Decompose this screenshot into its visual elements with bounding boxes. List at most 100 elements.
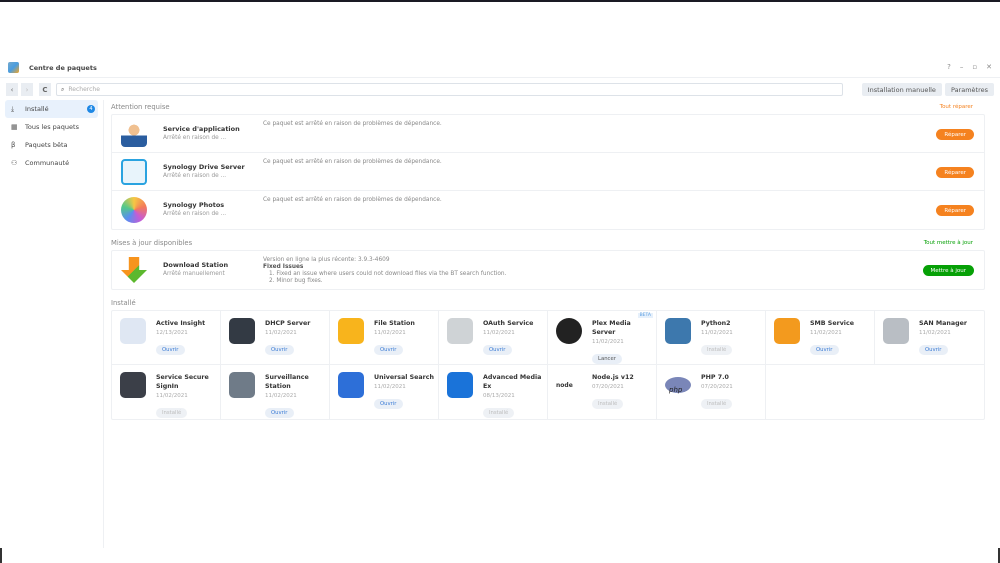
sidebar-item-label: Tous les paquets [25,123,79,131]
count-badge: 4 [87,105,95,113]
package-status: Arrêté manuellement [163,271,225,277]
package-name: SAN Manager [919,320,968,327]
advanced-media-ex-icon [447,372,473,398]
list-item: Synology Photos Arrêté en raison de ... C… [112,191,984,229]
community-icon: ⚇ [11,159,18,167]
help-icon[interactable]: ? [947,63,951,71]
package-date: 12/13/2021 [156,330,188,336]
package-description: Ce paquet est arrêté en raison de problè… [263,159,442,165]
package-name: Python2 [701,320,731,327]
package-tile[interactable]: File Station 11/02/2021 Ouvrir [330,311,439,365]
open-button[interactable]: Ouvrir [483,345,512,355]
minimize-icon[interactable]: – [960,63,964,71]
search-input[interactable]: ⌕ Recherche [56,83,843,96]
open-button[interactable]: Ouvrir [810,345,839,355]
installed-button: Installé [156,408,188,418]
package-status: Arrêté en raison de ... [163,211,227,217]
launch-button[interactable]: Lancer [592,354,622,364]
package-tile[interactable]: Surveillance Station 11/02/2021 Ouvrir [221,365,330,419]
package-tile[interactable]: Advanced Media Ex 08/13/2021 Installé [439,365,548,419]
forward-button[interactable]: › [21,83,33,96]
active-insight-icon [120,318,146,344]
search-icon: ⌕ [61,85,65,93]
open-button[interactable]: Ouvrir [374,399,403,409]
package-name: DHCP Server [265,320,311,327]
service-secure-signin-icon [120,372,146,398]
package-name: Download Station [163,261,229,269]
update-all-link[interactable]: Tout mettre à jour [924,240,973,246]
installed-button: Installé [701,399,733,409]
refresh-button[interactable]: C [39,83,51,96]
universal-search-icon [338,372,364,398]
download-icon: ⤓ [11,104,15,113]
file-station-icon [338,318,364,344]
sidebar-item-all-packages[interactable]: ▦ Tous les paquets [5,118,98,136]
empty-cell [875,365,984,419]
package-date: 11/02/2021 [265,330,297,336]
package-tile[interactable]: php PHP 7.0 07/20/2021 Installé [657,365,766,419]
sidebar: ⤓ Installé 4 ▦ Tous les paquets β Paquet… [0,100,104,548]
package-tile[interactable]: node Node.js v12 07/20/2021 Installé [548,365,657,419]
sidebar-item-label: Communauté [25,159,70,167]
package-tile[interactable]: Service Secure SignIn 11/02/2021 Install… [112,365,221,419]
sidebar-item-installed[interactable]: ⤓ Installé 4 [5,100,98,118]
package-tile[interactable]: SMB Service 11/02/2021 Ouvrir [766,311,875,365]
open-button[interactable]: Ouvrir [265,408,294,418]
open-button[interactable]: Ouvrir [919,345,948,355]
python2-icon [665,318,691,344]
repair-all-link[interactable]: Tout réparer [940,104,973,110]
toolbar: ‹ › C ⌕ Recherche Installation manuelle … [6,82,994,97]
repair-button[interactable]: Réparer [936,129,974,140]
fix-item: 2. Minor bug fixes. [269,278,323,284]
package-name: Universal Search [374,374,434,381]
package-name: Plex Media Server [592,320,631,336]
search-placeholder: Recherche [68,86,100,93]
back-button[interactable]: ‹ [6,83,18,96]
title-bar: Centre de paquets ? – ▫ ✕ [0,58,1000,78]
package-tile[interactable]: SAN Manager 11/02/2021 Ouvrir [875,311,984,365]
list-item: Download Station Arrêté manuellement Vers… [112,251,984,289]
package-tile[interactable]: OAuth Service 11/02/2021 Ouvrir [439,311,548,365]
screen-edge-left [0,548,2,563]
package-status: Arrêté en raison de ... [163,134,227,141]
sidebar-item-community[interactable]: ⚇ Communauté [5,154,98,172]
restore-icon[interactable]: ▫ [972,63,977,71]
package-date: 11/02/2021 [265,393,297,399]
package-name: File Station [374,320,415,327]
package-tile[interactable]: Plex Media Server 11/02/2021 Lancer BETA [548,311,657,365]
package-tile[interactable]: Python2 11/02/2021 Installé [657,311,766,365]
package-date: 11/02/2021 [374,384,406,390]
package-tile[interactable]: DHCP Server 11/02/2021 Ouvrir [221,311,330,365]
fixed-issues-title: Fixed Issues [263,264,304,270]
settings-button[interactable]: Paramètres [944,83,994,96]
open-button[interactable]: Ouvrir [265,345,294,355]
open-button[interactable]: Ouvrir [374,345,403,355]
screen-top-edge [0,0,1000,2]
drive-server-icon [121,158,147,185]
package-center-icon [8,62,19,73]
package-name: Surveillance Station [265,374,309,390]
grid-icon: ▦ [11,123,18,131]
package-tile[interactable]: Universal Search 11/02/2021 Ouvrir [330,365,439,419]
package-name: Service d'application [163,124,240,133]
package-date: 11/02/2021 [156,393,188,399]
package-name: Synology Drive Server [163,162,245,171]
php-7-0-icon: php [665,377,691,394]
manual-install-button[interactable]: Installation manuelle [861,83,942,96]
section-title: Mises à jour disponibles [111,239,193,247]
package-description: Ce paquet est arrêté en raison de problè… [263,121,442,127]
package-name: OAuth Service [483,320,534,327]
open-button[interactable]: Ouvrir [156,345,185,355]
package-tile[interactable]: Active Insight 12/13/2021 Ouvrir [112,311,221,365]
repair-button[interactable]: Réparer [936,167,974,178]
latest-version: Version en ligne la plus récente: 3.9.3-… [263,257,390,263]
close-icon[interactable]: ✕ [986,63,992,71]
surveillance-station-icon [229,372,255,398]
sidebar-item-label: Installé [25,105,49,113]
package-date: 11/02/2021 [919,330,951,336]
smb-service-icon [774,318,800,344]
update-button[interactable]: Mettre à jour [922,265,974,276]
repair-button[interactable]: Réparer [936,205,974,216]
sidebar-item-beta-packages[interactable]: β Paquets bêta [5,136,98,154]
installed-button: Installé [701,345,733,355]
